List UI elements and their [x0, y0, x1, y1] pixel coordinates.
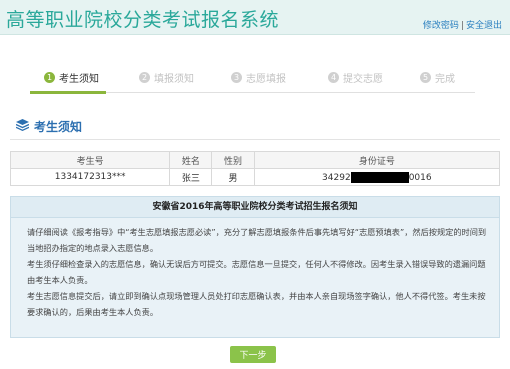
link-separator: | — [460, 21, 464, 31]
change-password-link[interactable]: 修改密码 — [423, 21, 459, 31]
header-links: 修改密码 | 安全退出 — [423, 18, 502, 31]
notice-body: 请仔细阅读《报考指导》中“考生志愿填报志愿必读”，充分了解志愿填报条件后事先填写… — [11, 218, 499, 320]
header-exam-no: 考生号 — [9, 151, 171, 169]
step-1: 1 考生须知 — [44, 70, 99, 85]
notice-paragraph: 考生须仔细检查录入的志愿信息，确认无误后方可提交。志愿信息一旦提交，任何人不得修… — [27, 259, 486, 285]
step-label: 填报须知 — [154, 74, 194, 85]
step-number: 1 — [44, 72, 55, 83]
logout-link[interactable]: 安全退出 — [466, 21, 502, 31]
redaction-bar — [350, 171, 409, 183]
top-header: 高等职业院校分类考试报名系统 修改密码 | 安全退出 — [0, 0, 510, 35]
step-4: 4 提交志愿 — [328, 70, 383, 85]
cell-name: 张三 — [169, 168, 213, 186]
step-number: 5 — [420, 72, 431, 83]
cell-exam-no: 1334172313*** — [9, 168, 171, 186]
header-name: 姓名 — [169, 151, 213, 169]
step-label: 完成 — [435, 74, 455, 85]
candidate-info-table: 考生号 姓名 性别 身份证号 1334172313*** 张三 男 34292 0… — [9, 151, 501, 186]
notice-paragraph: 考生志愿信息提交后，请立即到确认点现场管理人员处打印志愿确认表，并由本人亲自现场… — [27, 291, 486, 317]
cell-gender: 男 — [211, 168, 255, 186]
step-number: 3 — [231, 72, 242, 83]
step-number: 4 — [328, 72, 339, 83]
step-2: 2 填报须知 — [139, 70, 194, 85]
notice-panel: 安徽省2016年高等职业院校分类考试招生报名须知 请仔细阅读《报考指导》中“考生… — [10, 196, 500, 338]
table-row: 1334172313*** 张三 男 34292 0016 — [9, 168, 501, 186]
step-number: 2 — [139, 72, 150, 83]
id-prefix: 34292 — [322, 172, 351, 183]
notice-title: 安徽省2016年高等职业院校分类考试招生报名须知 — [11, 197, 499, 218]
step-label: 志愿填报 — [246, 74, 286, 85]
header-gender: 性别 — [211, 151, 255, 169]
id-suffix: 0016 — [408, 172, 432, 183]
section-divider — [10, 139, 500, 140]
active-step-indicator — [30, 91, 106, 94]
step-3: 3 志愿填报 — [231, 70, 286, 85]
section-heading: 考生须知 — [15, 118, 83, 135]
progress-steps: 1 考生须知 2 填报须知 3 志愿填报 4 提交志愿 5 完成 — [30, 64, 475, 94]
next-step-button[interactable]: 下一步 — [230, 346, 276, 363]
app-title: 高等职业院校分类考试报名系统 — [6, 9, 280, 31]
stack-icon — [15, 119, 30, 134]
cell-id-number: 34292 0016 — [253, 168, 501, 186]
step-label: 提交志愿 — [343, 74, 383, 85]
header-id-number: 身份证号 — [253, 151, 501, 169]
section-title: 考生须知 — [34, 120, 83, 134]
step-5: 5 完成 — [420, 70, 455, 85]
table-header-row: 考生号 姓名 性别 身份证号 — [9, 151, 501, 169]
step-label: 考生须知 — [59, 74, 99, 85]
notice-paragraph: 请仔细阅读《报考指导》中“考生志愿填报志愿必读”，充分了解志愿填报条件后事先填写… — [27, 227, 487, 253]
